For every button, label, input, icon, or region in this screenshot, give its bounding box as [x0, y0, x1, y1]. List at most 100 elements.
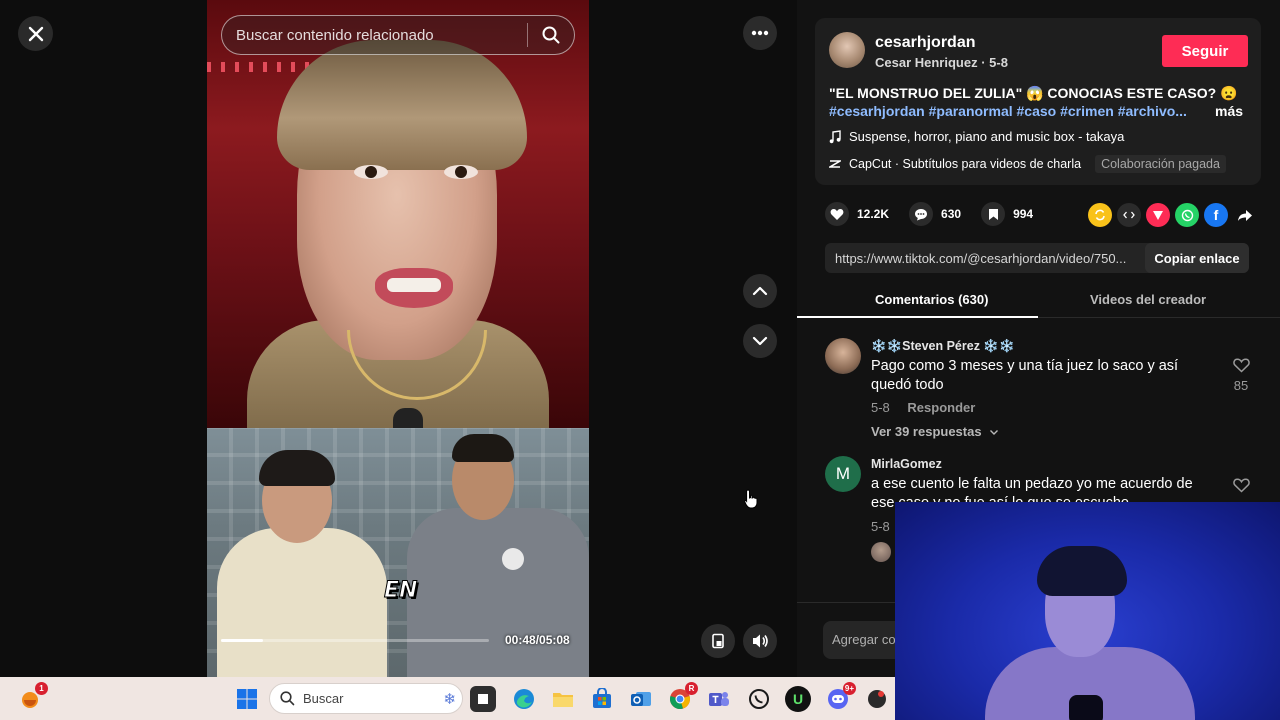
video-frame-presenter [207, 0, 589, 440]
whatsapp-taskbar-icon[interactable] [746, 686, 772, 712]
comment-count: 630 [941, 207, 962, 221]
creator-subline: Cesar Henriquez · 5-8 [875, 55, 1008, 70]
more-options-button[interactable] [743, 16, 777, 50]
share-row: f [1088, 203, 1257, 227]
presenter-eye-right [444, 165, 478, 179]
share-link-text[interactable]: https://www.tiktok.com/@cesarhjordan/vid… [825, 251, 1145, 266]
person-detainee [217, 528, 387, 677]
comment-like[interactable] [1230, 478, 1252, 496]
presenter-mouth [375, 268, 453, 308]
edge-browser-icon[interactable] [511, 686, 537, 712]
hand-cursor-icon [744, 489, 758, 514]
reply-button[interactable]: Responder [907, 400, 975, 415]
facebook-icon[interactable]: f [1204, 203, 1228, 227]
weather-badge: 1 [35, 682, 48, 695]
music-row[interactable]: Suspense, horror, piano and music box - … [829, 129, 1124, 144]
commenter-avatar[interactable] [825, 338, 861, 374]
store-icon[interactable] [589, 686, 615, 712]
view-replies-label: Ver 39 respuestas [871, 424, 982, 439]
related-search-input[interactable] [222, 26, 527, 44]
officer-badge [502, 548, 524, 570]
chevron-down-icon [752, 336, 768, 346]
pip-icon [712, 633, 724, 649]
taskbar-search[interactable]: Buscar ❄ [269, 683, 463, 714]
chevron-up-icon [752, 286, 768, 296]
taskbar-search-label: Buscar [303, 691, 344, 706]
repost-icon[interactable] [1088, 203, 1112, 227]
presenter-hair [277, 40, 527, 170]
app-icon[interactable] [864, 686, 890, 712]
search-button[interactable] [528, 15, 574, 55]
video-stage: EN 00:48/05:08 [0, 0, 797, 677]
teams-icon[interactable] [706, 686, 732, 712]
person-officer [407, 508, 589, 677]
comment-bubble-icon [909, 202, 934, 226]
like-stat[interactable]: 12.2K [825, 202, 889, 226]
task-view-icon[interactable] [470, 686, 496, 712]
bookmark-icon [981, 202, 1006, 226]
commenter-avatar[interactable]: M [825, 456, 861, 492]
view-replies-button[interactable]: Ver 39 respuestas [871, 424, 999, 439]
tab-comments[interactable]: Comentarios (630) [875, 292, 988, 307]
embed-icon[interactable] [1117, 203, 1141, 227]
outlook-icon[interactable] [628, 686, 654, 712]
chrome-icon[interactable]: R [667, 682, 698, 712]
windows-logo-icon [237, 689, 257, 709]
paid-collab-badge: Colaboración pagada [1095, 155, 1226, 173]
more-link[interactable]: más [1215, 103, 1243, 119]
search-highlight-icon: ❄ [443, 690, 456, 708]
windows-taskbar: 1 Buscar ❄ R U 9+ [0, 677, 895, 720]
avatar-initial: M [835, 464, 851, 483]
like-count: 12.2K [857, 207, 890, 221]
comment-like-count: 85 [1233, 378, 1249, 393]
save-stat[interactable]: 994 [981, 202, 1033, 226]
save-count: 994 [1013, 207, 1034, 221]
close-button[interactable] [18, 16, 53, 51]
search-icon [280, 691, 295, 706]
post-hashtags[interactable]: #cesarhjordan #paranormal #caso #crimen … [829, 103, 1187, 119]
progress-bar[interactable] [221, 639, 489, 642]
search-icon [542, 26, 560, 44]
related-search-bar [221, 15, 575, 55]
music-title: Suspense, horror, piano and music box - … [849, 129, 1125, 144]
start-button[interactable] [234, 686, 260, 712]
chevron-down-icon [990, 430, 999, 435]
creator-avatar[interactable] [829, 32, 865, 68]
capcut-label: CapCut · Subtítulos para videos de charl… [849, 157, 1082, 171]
discord-icon[interactable]: 9+ [825, 682, 856, 712]
share-arrow-icon[interactable] [1233, 203, 1257, 227]
file-explorer-icon[interactable] [550, 686, 576, 712]
comment-text: Pago como 3 meses y una tía juez lo saco… [871, 358, 1179, 393]
send-to-friends-icon[interactable] [1146, 203, 1170, 227]
close-icon [28, 26, 43, 41]
whatsapp-icon[interactable] [1175, 203, 1199, 227]
upwork-icon[interactable]: U [785, 686, 811, 712]
tab-creator-videos[interactable]: Videos del creador [1090, 292, 1206, 307]
volume-button[interactable] [743, 624, 777, 658]
post-info-card: cesarhjordan Cesar Henriquez · 5-8 Segui… [815, 18, 1261, 185]
video-frame-news: EN 00:48/05:08 [207, 428, 589, 677]
comment-meta: 5-8 Responder [871, 400, 975, 415]
commenter-name[interactable]: ❄️❄️Steven Pérez ❄️❄️ [871, 339, 1015, 354]
floating-player-button[interactable] [701, 624, 735, 658]
comment-stat[interactable]: 630 [909, 202, 961, 226]
discord-badge: 9+ [842, 682, 856, 695]
commenter-name[interactable]: MirlaGomez [871, 457, 942, 471]
video-player[interactable]: EN 00:48/05:08 [207, 0, 589, 677]
presenter-eye-left [354, 165, 388, 179]
person-officer-hair [452, 434, 514, 462]
person-detainee-hair [259, 450, 335, 486]
creator-username[interactable]: cesarhjordan [875, 34, 975, 52]
heart-outline-icon [1232, 358, 1250, 373]
previous-video-button[interactable] [743, 274, 777, 308]
chrome-profile-badge: R [685, 682, 698, 695]
progress-fill [221, 639, 263, 642]
weather-widget-icon[interactable]: 1 [17, 682, 48, 712]
active-tab-indicator [797, 316, 1038, 318]
capcut-row[interactable]: CapCut · Subtítulos para videos de charl… [829, 155, 1226, 173]
follow-button[interactable]: Seguir [1162, 35, 1248, 67]
capcut-icon [829, 160, 841, 168]
comment-like[interactable]: 85 [1230, 358, 1252, 393]
next-video-button[interactable] [743, 324, 777, 358]
copy-link-button[interactable]: Copiar enlace [1145, 243, 1249, 273]
